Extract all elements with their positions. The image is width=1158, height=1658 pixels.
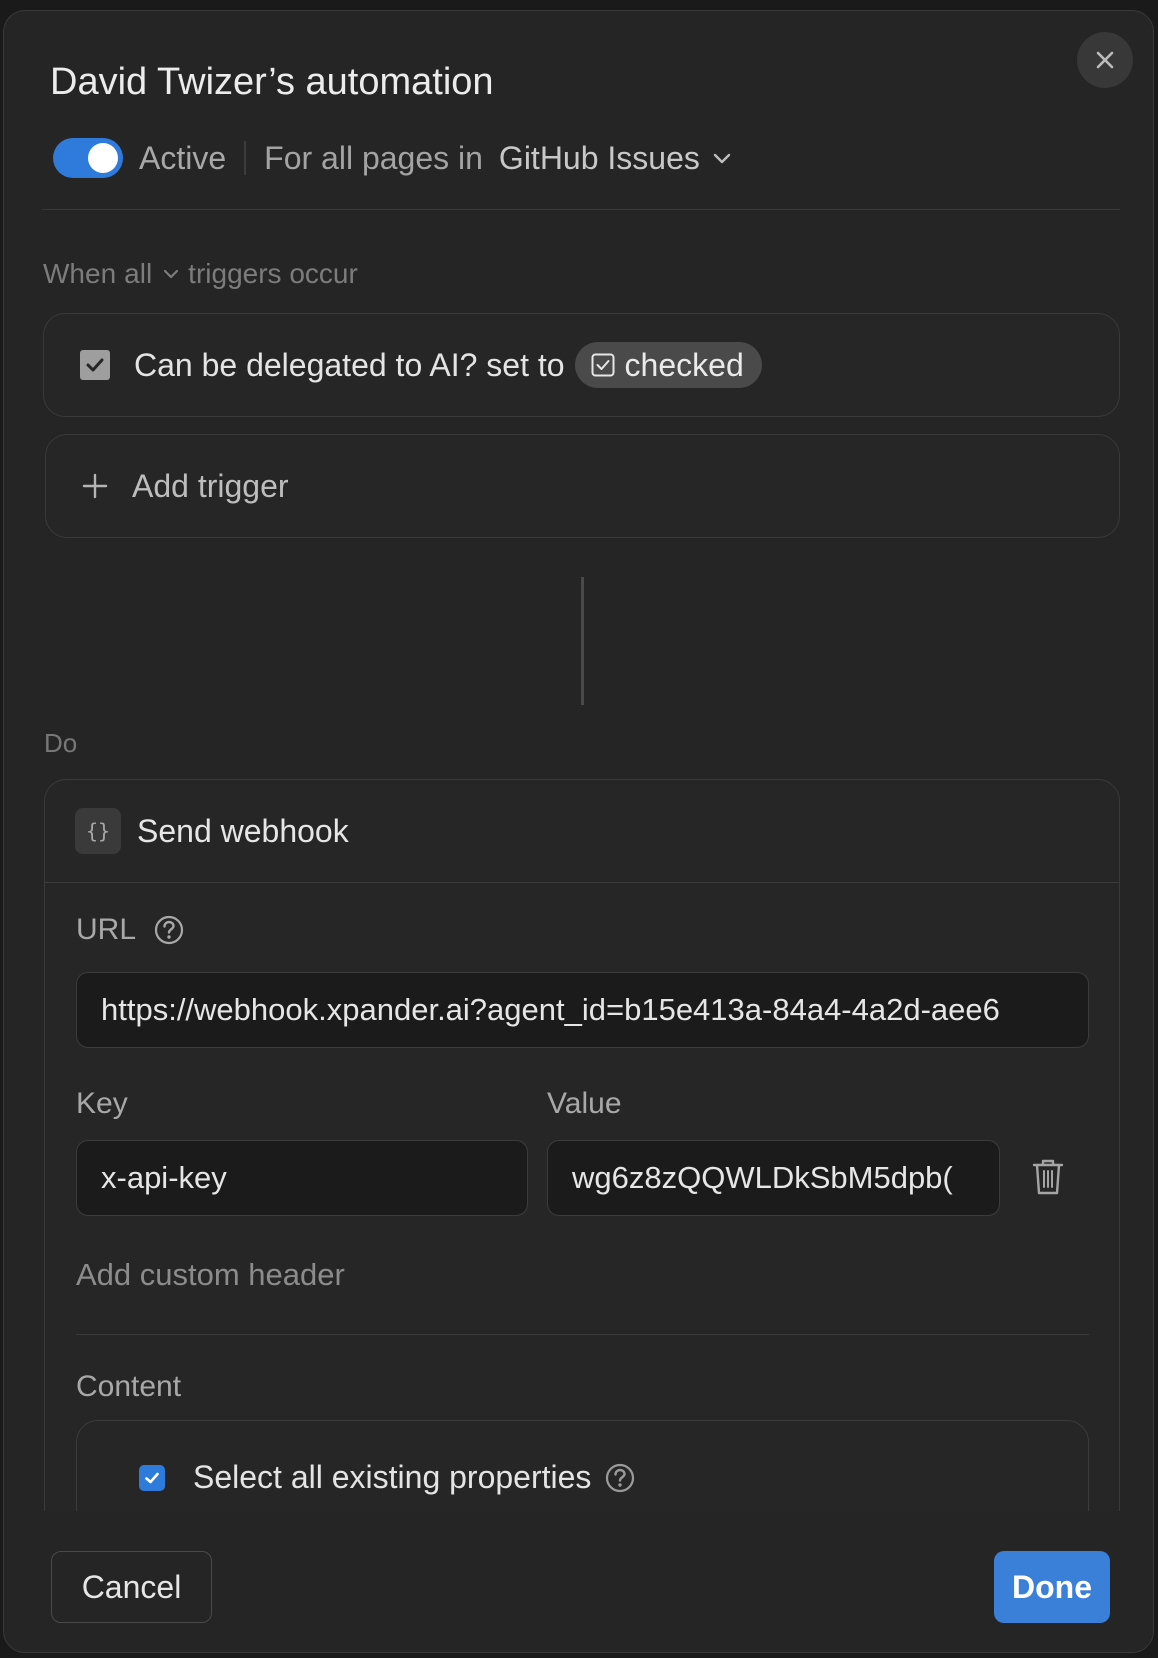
close-icon (1096, 51, 1114, 69)
header-divider (42, 209, 1120, 210)
condition-suffix: triggers occur (188, 258, 358, 289)
url-input[interactable]: https://webhook.xpander.ai?agent_id=b15e… (76, 972, 1089, 1048)
checked-box-icon (591, 353, 615, 377)
help-icon[interactable] (154, 915, 184, 945)
delete-header-button[interactable] (1032, 1158, 1064, 1196)
section-divider (76, 1334, 1089, 1335)
header-key-input[interactable]: x-api-key (76, 1140, 528, 1216)
active-label: Active (139, 139, 227, 176)
url-label: URL (76, 913, 137, 946)
checkbox-property-icon (80, 350, 110, 380)
add-trigger-label: Add trigger (132, 467, 289, 504)
key-label: Key (76, 1087, 128, 1120)
plus-icon (82, 473, 108, 499)
automation-dialog: David Twizer’s automation Active For all… (3, 10, 1154, 1653)
dialog-footer: Cancel Done (4, 1511, 1153, 1652)
divider (244, 141, 247, 175)
select-all-checkbox[interactable] (139, 1464, 165, 1491)
add-trigger-button[interactable]: Add trigger (45, 434, 1120, 538)
condition-prefix: When (43, 258, 117, 289)
trigger-condition-text: Can be delegated to AI? set to (134, 346, 565, 383)
trigger-value-pill[interactable]: checked (574, 342, 762, 388)
select-all-label: Select all existing properties (193, 1459, 592, 1495)
help-icon[interactable] (605, 1463, 635, 1493)
cancel-button[interactable]: Cancel (51, 1551, 212, 1623)
trash-icon (1032, 1159, 1064, 1195)
chevron-down-icon (712, 151, 732, 165)
scope-label: For all pages in (264, 139, 483, 176)
toggle-knob (88, 143, 118, 173)
done-button[interactable]: Done (994, 1551, 1110, 1623)
header-key-value: x-api-key (101, 1160, 227, 1195)
url-value: https://webhook.xpander.ai?agent_id=b15e… (101, 992, 1000, 1027)
database-name: GitHub Issues (498, 139, 700, 176)
url-label-row: URL (76, 913, 184, 947)
add-custom-header-button[interactable]: Add custom header (76, 1257, 345, 1293)
header-value-input[interactable]: wg6z8zQQWLDkSbM5dpb( (547, 1140, 1000, 1216)
header-value-value: wg6z8zQQWLDkSbM5dpb( (572, 1160, 953, 1195)
value-label: Value (547, 1087, 622, 1120)
flow-connector (581, 577, 584, 705)
select-all-row: Select all existing properties (139, 1459, 635, 1496)
close-button[interactable] (1077, 32, 1133, 88)
trigger-value: checked (624, 346, 744, 383)
database-select[interactable]: GitHub Issues (499, 140, 732, 177)
trigger-card[interactable]: Can be delegated to AI? set to checked (43, 313, 1120, 417)
chevron-down-icon (162, 268, 180, 280)
actions-section-label: Do (44, 728, 78, 758)
braces-icon: {} (75, 808, 121, 854)
dialog-title: David Twizer’s automation (50, 61, 494, 103)
check-icon (145, 1472, 159, 1483)
status-row: Active For all pages in GitHub Issues (53, 133, 732, 183)
condition-mode: all (124, 258, 153, 289)
action-title: Send webhook (137, 812, 349, 849)
trigger-condition: When all triggers occur (43, 258, 358, 290)
condition-mode-select[interactable]: all (124, 258, 188, 290)
active-toggle[interactable] (53, 138, 123, 178)
action-header[interactable]: {} Send webhook (45, 780, 1119, 883)
content-label: Content (76, 1370, 182, 1403)
